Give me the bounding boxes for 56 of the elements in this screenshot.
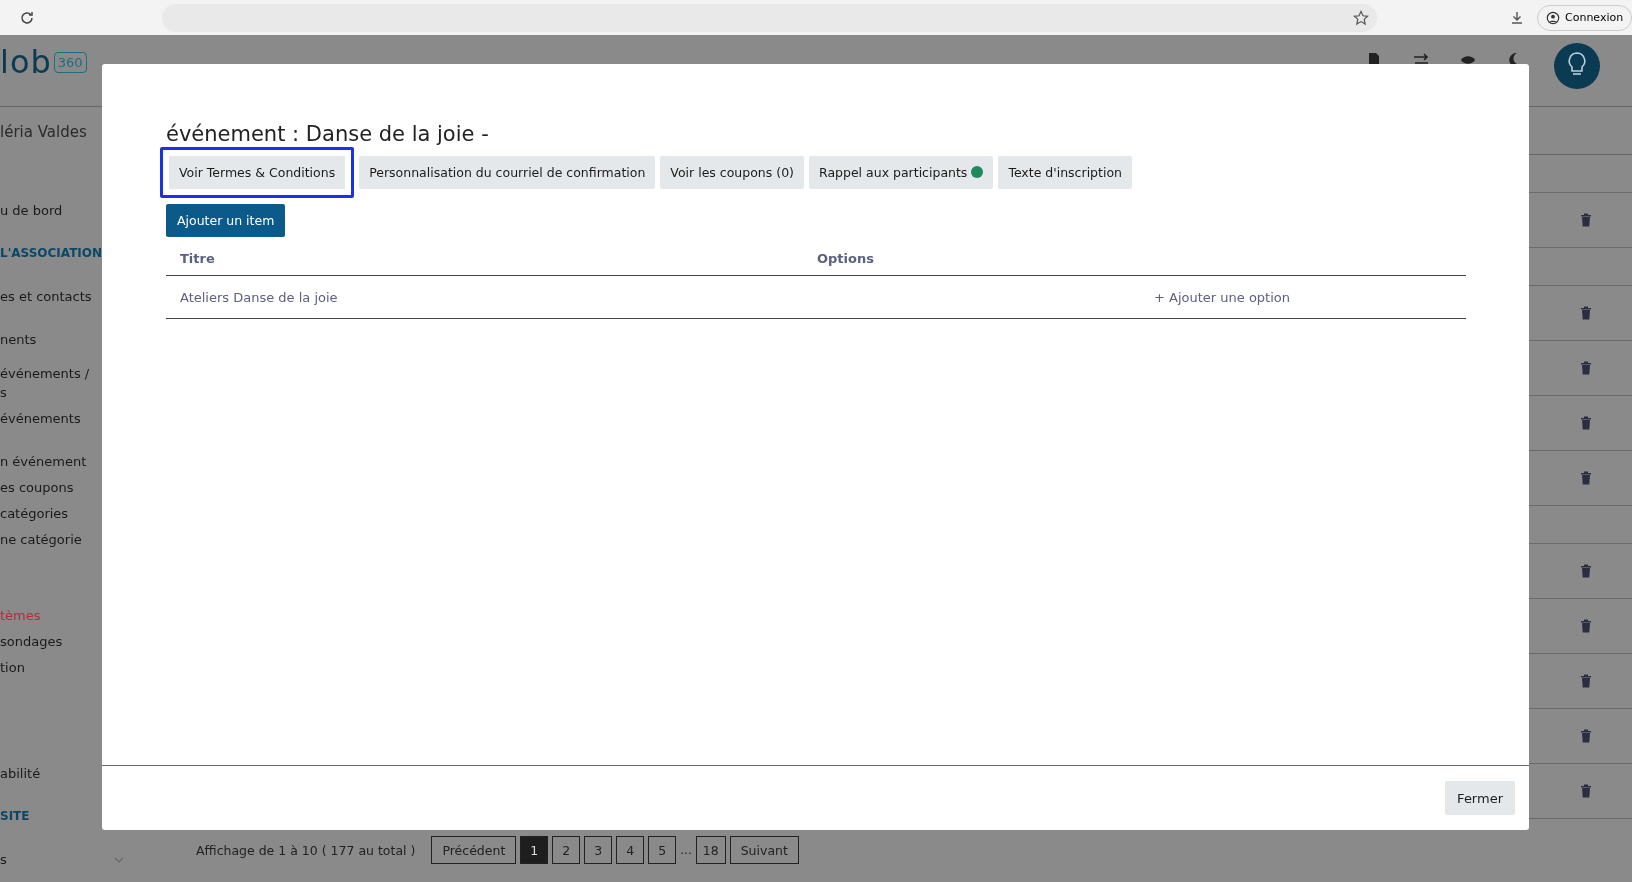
- star-icon[interactable]: [1353, 9, 1369, 26]
- user-icon: [1546, 10, 1560, 25]
- trash-icon[interactable]: [1580, 729, 1592, 743]
- page-button[interactable]: 5: [648, 836, 677, 864]
- sidebar-item[interactable]: catégories: [0, 504, 69, 523]
- logo-badge: 360: [53, 51, 87, 73]
- account-button[interactable]: Connexion: [1537, 4, 1632, 31]
- add-item-button[interactable]: Ajouter un item: [166, 204, 286, 237]
- page-button[interactable]: 3: [584, 836, 613, 864]
- sidebar-item[interactable]: tion: [0, 658, 25, 677]
- sidebar-item[interactable]: abilité: [0, 764, 41, 783]
- tab[interactable]: Rappel aux participants: [808, 155, 994, 189]
- trash-icon[interactable]: [1580, 564, 1592, 578]
- sidebar-item[interactable]: événements / s: [0, 364, 90, 402]
- sidebar-item[interactable]: sondages: [0, 632, 63, 651]
- modal-title: événement : Danse de la joie -: [165, 122, 490, 146]
- trash-icon[interactable]: [1580, 213, 1592, 227]
- ellipsis: ...: [680, 843, 692, 857]
- trash-icon[interactable]: [1580, 619, 1592, 633]
- column-header: Titre: [179, 250, 216, 266]
- trash-icon[interactable]: [1580, 784, 1592, 798]
- sidebar-item: SITE: [0, 808, 30, 825]
- close-button[interactable]: Fermer: [1445, 781, 1515, 815]
- column-header: Options: [817, 250, 874, 266]
- trash-icon[interactable]: [1580, 361, 1592, 375]
- sidebar-item[interactable]: u de bord: [0, 201, 63, 220]
- tab[interactable]: Voir les coupons (0): [660, 155, 804, 189]
- logo: lob: [0, 43, 52, 81]
- add-option-link[interactable]: + Ajouter une option: [1154, 289, 1290, 305]
- table-cell-text: Ateliers Danse de la joie: [179, 289, 339, 305]
- page-button[interactable]: 1: [520, 836, 549, 864]
- next-button[interactable]: Suivant: [729, 836, 799, 864]
- page-button[interactable]: 4: [616, 836, 645, 864]
- page-button[interactable]: 2: [552, 836, 581, 864]
- lightbulb-avatar-icon[interactable]: [1554, 43, 1600, 89]
- reload-icon[interactable]: [19, 9, 35, 26]
- sidebar-item[interactable]: nents: [0, 330, 37, 349]
- trash-icon[interactable]: [1580, 674, 1592, 688]
- sidebar-item[interactable]: s: [0, 850, 7, 869]
- tab[interactable]: Personnalisation du courriel de confirmation: [359, 155, 656, 189]
- sidebar-item[interactable]: événements: [0, 409, 81, 428]
- sidebar-item[interactable]: es coupons: [0, 478, 74, 497]
- page-button[interactable]: 18: [695, 836, 726, 864]
- tab[interactable]: Texte d'inscription: [998, 155, 1132, 189]
- sidebar-item[interactable]: léria Valdes: [0, 123, 87, 142]
- sidebar-item[interactable]: ne catégorie: [0, 530, 82, 549]
- previous-button[interactable]: Précédent: [431, 836, 517, 864]
- pagination-summary: Affichage de 1 à 10 ( 177 au total ): [196, 842, 416, 858]
- sidebar-item[interactable]: n événement: [0, 452, 87, 471]
- tab[interactable]: Voir Termes & Conditions: [160, 146, 355, 198]
- sidebar-item: L'ASSOCIATION: [0, 245, 103, 262]
- download-icon[interactable]: [1509, 9, 1525, 26]
- trash-icon[interactable]: [1580, 416, 1592, 430]
- sidebar-item[interactable]: es et contacts: [0, 287, 92, 306]
- trash-icon[interactable]: [1580, 471, 1592, 485]
- trash-icon[interactable]: [1580, 306, 1592, 320]
